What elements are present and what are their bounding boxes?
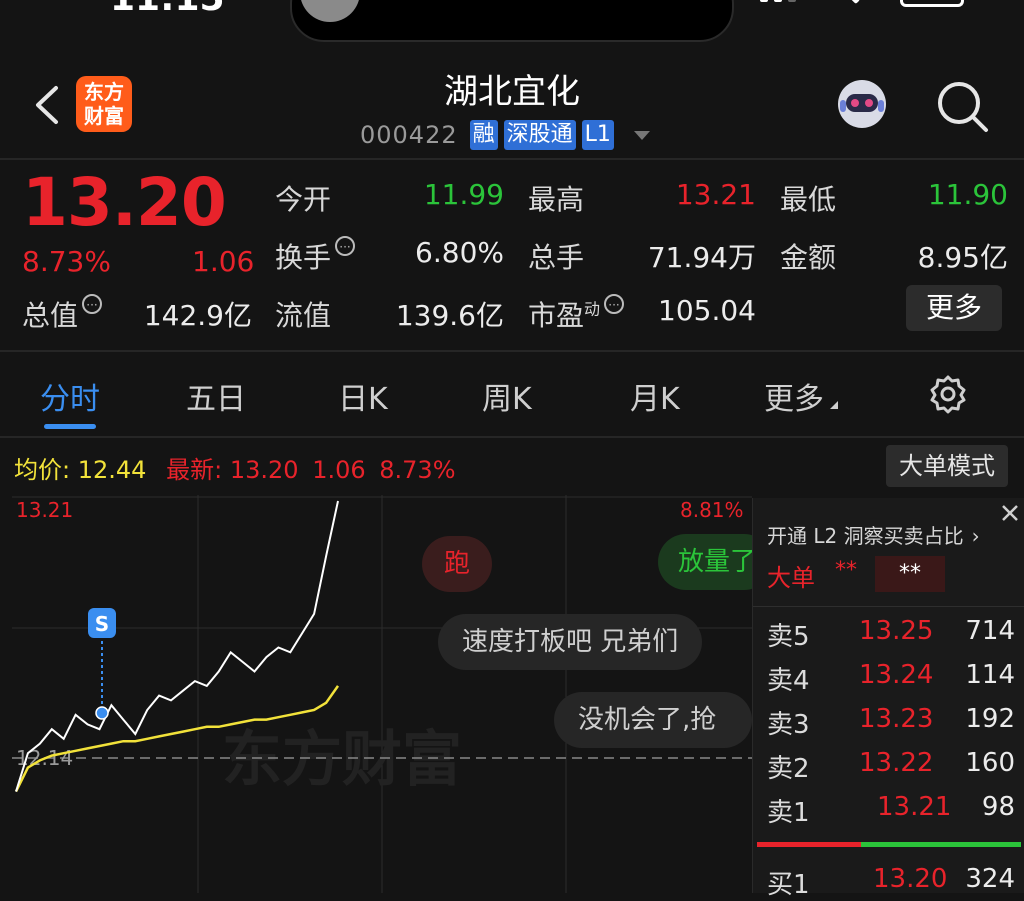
avg-price-label: 均价: [14, 456, 71, 484]
divider [0, 350, 1024, 352]
amount-value: 8.95亿 [917, 241, 1008, 274]
ask-row-3: 卖3 13.23 192 [767, 704, 1015, 740]
info-icon[interactable]: ··· [82, 294, 103, 314]
ask-row-2: 卖2 13.22 160 [767, 748, 1015, 784]
low-label: 最低 [780, 183, 837, 216]
divider [0, 158, 1024, 160]
ask-row-1: 卖1 13.21 98 [767, 792, 1015, 828]
info-icon[interactable]: ··· [604, 294, 625, 314]
tag-margin: 融 [469, 120, 498, 150]
dynamic-island [290, 0, 734, 42]
l2-promo[interactable]: 开通 L2 洞察买卖占比 › [767, 520, 980, 549]
close-icon[interactable] [999, 502, 1021, 524]
chevron-down-icon[interactable] [633, 130, 650, 140]
latest-percent: 8.73% [379, 456, 456, 484]
latest-change: 1.06 [312, 456, 366, 484]
ask-ratio-bar [757, 842, 861, 847]
bid-row-1: 买1 13.20 324 [767, 864, 1015, 900]
high-value: 13.21 [675, 178, 756, 211]
tab-five-day[interactable]: 五日 [186, 374, 246, 418]
market-cap-label[interactable]: 总值 ··· [22, 294, 103, 334]
tag-sz-connect: 深股通 [503, 120, 576, 150]
current-price: 13.20 [22, 164, 227, 241]
avg-price-value: 12.44 [77, 456, 147, 484]
price-info-line: 均价: 12.44 最新: 13.20 1.06 8.73% [14, 450, 456, 485]
latest-label: 最新: [166, 456, 223, 484]
pe-label-text: 市盈 [528, 299, 585, 332]
danmaku-bubble[interactable]: 速度打板吧 兄弟们 [438, 614, 703, 670]
big-order-label: 大单 [767, 564, 815, 592]
tab-daily-k[interactable]: 日K [338, 374, 388, 418]
signal-bar-icon [774, 0, 782, 2]
market-cap-label-text: 总值 [22, 299, 79, 332]
wifi-icon [845, 0, 861, 5]
divider [0, 436, 1024, 438]
y-top-label: 13.21 [16, 498, 73, 522]
open-label: 今开 [275, 183, 332, 216]
pe-label[interactable]: 市盈动 ··· [528, 294, 625, 334]
robot-avatar-icon[interactable] [834, 76, 890, 132]
tab-monthly-k[interactable]: 月K [630, 374, 680, 418]
status-icons [760, 0, 970, 8]
turnover-rate-label[interactable]: 换手 ··· [275, 236, 356, 276]
search-button[interactable] [934, 78, 992, 136]
chart-watermark: 东方财富 [222, 726, 462, 793]
stock-code: 000422 [360, 121, 458, 149]
high-label: 最高 [528, 183, 585, 216]
masked-value-box: ** [875, 556, 945, 592]
stock-subline[interactable]: 000422 融 深股通 L1 [360, 118, 650, 152]
signal-bar-icon [788, 0, 796, 2]
change-percent: 8.73% [22, 245, 111, 278]
masked-value: ** [835, 558, 857, 583]
info-icon[interactable]: ··· [335, 236, 356, 256]
order-book-panel: 开通 L2 洞察买卖占比 › 大单 ** ** 卖5 13.25 714 卖4 13.2… [752, 498, 1024, 900]
low-value: 11.90 [927, 178, 1008, 211]
danmaku-bubble[interactable]: 没机会了,抢 [554, 692, 752, 748]
signal-bar-icon [760, 0, 768, 2]
volume-value: 71.94万 [647, 241, 756, 274]
status-time: 11:15 [110, 0, 225, 19]
tag-level: L1 [581, 120, 614, 150]
chevron-right-icon: › [971, 524, 980, 548]
gear-icon [930, 375, 966, 414]
danmaku-bubble[interactable]: 跑 [422, 536, 493, 592]
marker-dot [95, 706, 109, 720]
ask-row-5: 卖5 13.25 714 [767, 616, 1015, 652]
tab-weekly-k[interactable]: 周K [482, 374, 532, 418]
bid-ratio-bar [861, 842, 1021, 847]
search-icon [938, 82, 988, 132]
latest-value: 13.20 [229, 456, 299, 484]
market-cap-value: 142.9亿 [143, 299, 252, 332]
change-value: 1.06 [192, 245, 255, 278]
pe-value: 105.04 [658, 294, 756, 327]
big-order-mode-button[interactable]: 大单模式 [886, 445, 1008, 487]
pe-label-sup: 动 [584, 299, 601, 319]
battery-icon [900, 0, 964, 7]
tab-intraday[interactable]: 分时 [40, 374, 100, 418]
more-quote-button[interactable]: 更多 [906, 285, 1002, 331]
open-value: 11.99 [423, 178, 504, 211]
tab-more[interactable]: 更多 [764, 374, 838, 418]
amount-label: 金额 [780, 241, 837, 274]
ask-row-4: 卖4 13.24 114 [767, 660, 1015, 696]
turnover-rate-label-text: 换手 [275, 241, 332, 274]
tab-more-label: 更多 [764, 382, 824, 417]
marker-label: S [95, 612, 109, 636]
float-cap-label: 流值 [275, 299, 332, 332]
turnover-rate-value: 6.80% [415, 236, 504, 269]
l2-promo-text: 开通 L2 洞察买卖占比 [767, 524, 964, 548]
volume-label: 总手 [528, 241, 585, 274]
chart-settings-button[interactable] [928, 374, 968, 414]
divider [753, 606, 1024, 607]
pct-top-label: 8.81% [680, 498, 744, 522]
float-cap-value: 139.6亿 [395, 299, 504, 332]
corner-triangle-icon [830, 401, 838, 409]
active-tab-indicator [44, 424, 96, 429]
